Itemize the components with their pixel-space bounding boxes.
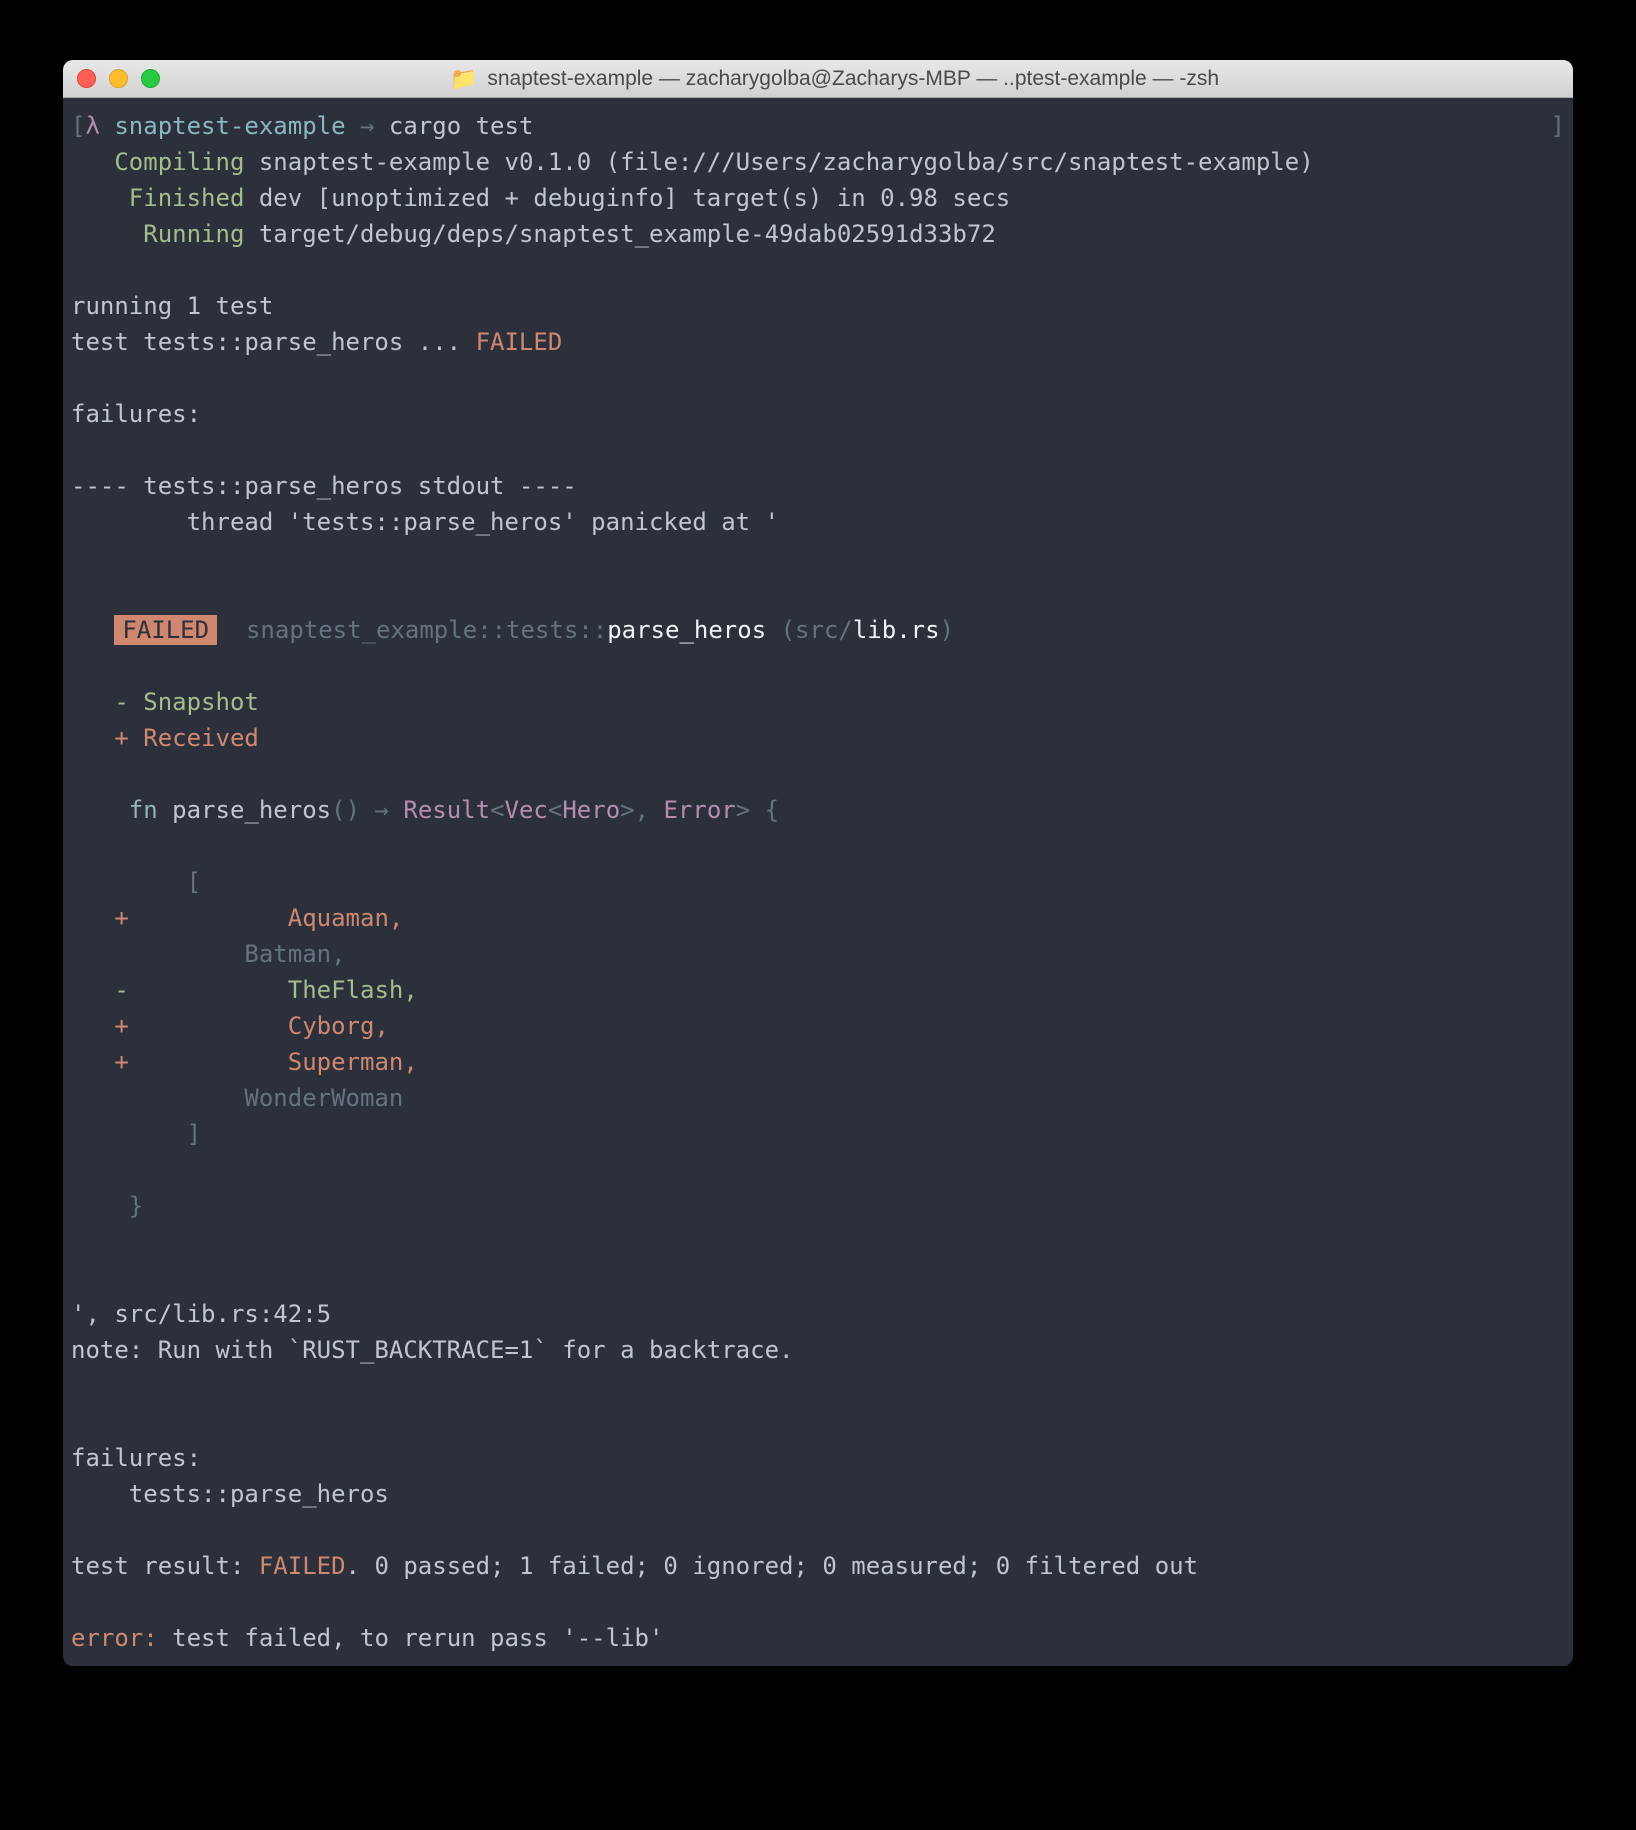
prompt-arrow: → xyxy=(360,112,374,140)
running-text: target/debug/deps/snaptest_example-49dab… xyxy=(259,220,996,248)
finished-label: Finished xyxy=(129,184,245,212)
plus-superman: + Superman, xyxy=(114,1048,417,1076)
folder-icon: 📁 xyxy=(450,66,477,92)
batman-line: Batman, xyxy=(71,940,346,968)
hero-type: Hero xyxy=(562,796,620,824)
terminal-window: 📁 snaptest-example — zacharygolba@Zachar… xyxy=(63,60,1573,1666)
plus-cyborg: + Cyborg, xyxy=(114,1012,389,1040)
fn-parens: () xyxy=(331,796,374,824)
fn-name: parse_heros xyxy=(172,796,331,824)
finished-text: dev [unoptimized + debuginfo] target(s) … xyxy=(259,184,1010,212)
vec-type: Vec xyxy=(505,796,548,824)
lib-rs: lib.rs xyxy=(853,616,940,644)
diff-snapshot: - Snapshot xyxy=(114,688,259,716)
backtrace-note: note: Run with `RUST_BACKTRACE=1` for a … xyxy=(71,1336,793,1364)
angle1: < xyxy=(490,796,504,824)
running-tests: running 1 test xyxy=(71,292,273,320)
failures-summary: failures: xyxy=(71,1444,201,1472)
stdout-header: ---- tests::parse_heros stdout ---- xyxy=(71,472,577,500)
prompt-dir: snaptest-example xyxy=(114,112,345,140)
bracket-open: [ xyxy=(71,868,201,896)
window-title: 📁 snaptest-example — zacharygolba@Zachar… xyxy=(110,66,1559,92)
result-failed: FAILED xyxy=(259,1552,346,1580)
angle3: >, xyxy=(620,796,663,824)
src-open: (src/ xyxy=(766,616,853,644)
compiling-label: Compiling xyxy=(114,148,244,176)
error-type: Error xyxy=(664,796,736,824)
panic-line: thread 'tests::parse_heros' panicked at … xyxy=(71,508,779,536)
command-text: cargo test xyxy=(389,112,534,140)
error-label: error: xyxy=(71,1624,158,1652)
test-name: parse_heros xyxy=(607,616,766,644)
failed-test-name: tests::parse_heros xyxy=(71,1480,389,1508)
terminal-content[interactable]: [ λ snaptest-example → cargo test] Compil… xyxy=(63,98,1573,1666)
failures-header: failures: xyxy=(71,400,201,428)
running-label: Running xyxy=(143,220,244,248)
result-prefix: test result: xyxy=(71,1552,259,1580)
plus-aquaman: + Aquaman, xyxy=(114,904,403,932)
src-close: ) xyxy=(940,616,954,644)
compiling-text: snaptest-example v0.1.0 (file:///Users/z… xyxy=(259,148,1314,176)
error-text: test failed, to rerun pass '--lib' xyxy=(158,1624,664,1652)
brace-close: } xyxy=(71,1192,143,1220)
bracket-close: ] xyxy=(71,1120,201,1148)
angle4: > { xyxy=(736,796,779,824)
test-path-dim: snaptest_example::tests:: xyxy=(246,616,607,644)
title-text: snaptest-example — zacharygolba@Zacharys… xyxy=(487,67,1219,91)
result-type: Result xyxy=(403,796,490,824)
test-line-prefix: test tests::parse_heros ... xyxy=(71,328,476,356)
panic-location: ', src/lib.rs:42:5 xyxy=(71,1300,331,1328)
result-suffix: . 0 passed; 1 failed; 0 ignored; 0 measu… xyxy=(346,1552,1199,1580)
fn-arrow: → xyxy=(374,796,403,824)
wonderwoman-line: WonderWoman xyxy=(71,1084,403,1112)
prompt-lambda: λ xyxy=(85,112,99,140)
angle2: < xyxy=(548,796,562,824)
titlebar: 📁 snaptest-example — zacharygolba@Zachar… xyxy=(63,60,1573,98)
failed-badge: FAILED xyxy=(114,615,217,645)
minus-flash: - TheFlash, xyxy=(114,976,417,1004)
fn-keyword: fn xyxy=(129,796,172,824)
diff-received: + Received xyxy=(114,724,259,752)
close-button[interactable] xyxy=(77,69,96,88)
test-failed: FAILED xyxy=(476,328,563,356)
